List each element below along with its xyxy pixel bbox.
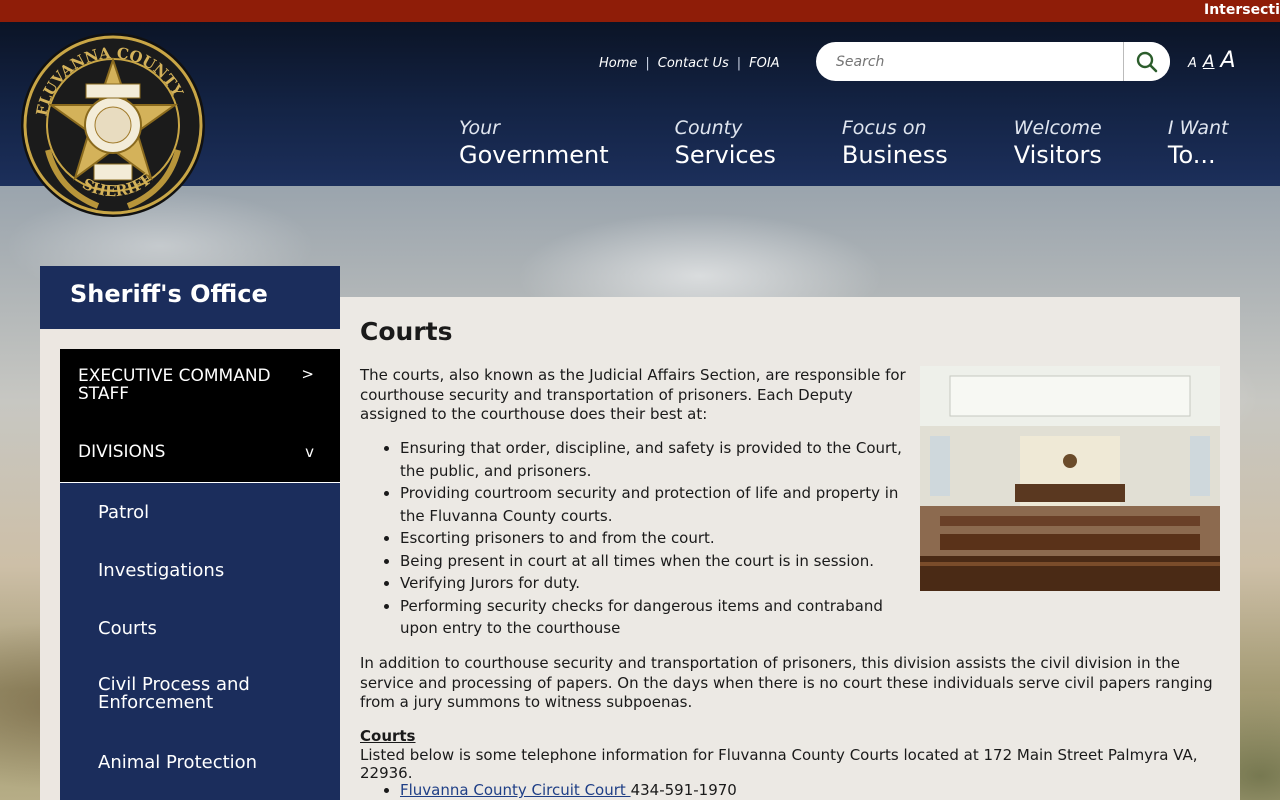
chevron-down-icon[interactable]: v [305,443,314,461]
sidebar-menu: EXECUTIVE COMMAND STAFF > DIVISIONS v Pa… [60,349,340,800]
font-size-medium[interactable]: A [1203,52,1215,72]
circuit-court-phone: 434-591-1970 [630,781,737,799]
list-item: Verifying Jurors for duty. [400,572,910,595]
intro-paragraph: The courts, also known as the Judicial A… [360,366,906,423]
sidebar-item-animal-protection[interactable]: Animal Protection [98,752,257,773]
main-nav: Your Government County Services Focus on… [459,116,1228,170]
nav-item-kicker: County [674,117,743,139]
nav-i-want-to[interactable]: I Want To... [1168,116,1229,170]
search-button[interactable] [1123,42,1170,81]
sidebar-item-divisions[interactable]: DIVISIONS v [60,425,340,483]
sidebar-item-executive-command-staff[interactable]: EXECUTIVE COMMAND STAFF > [60,349,340,425]
sheriff-logo[interactable]: FLUVANNA COUNTY SHERIFF [18,30,208,220]
page-title: Courts [360,317,453,346]
nav-welcome-visitors[interactable]: Welcome Visitors [1014,116,1102,170]
nav-item-kicker: I Want [1167,117,1229,139]
sidebar-item-investigations[interactable]: Investigations [98,560,224,581]
font-size-controls: A A A [1188,48,1236,73]
sidebar-item-patrol[interactable]: Patrol [98,502,149,523]
list-item: Performing security checks for dangerous… [400,595,910,640]
font-size-small[interactable]: A [1188,56,1197,71]
foia-link[interactable]: FOIA [749,56,779,71]
courtroom-image [920,366,1220,591]
search-input[interactable] [816,42,1122,81]
alert-ticker[interactable]: Intersection [1204,2,1280,18]
nav-item-kicker: Focus on [841,117,927,139]
nav-item-kicker: Welcome [1013,117,1102,139]
list-item: Providing courtroom security and protect… [400,482,910,527]
nav-focus-on-business[interactable]: Focus on Business [842,116,948,170]
list-item: Ensuring that order, discipline, and saf… [400,437,910,482]
separator: | [645,56,650,71]
nav-your-government[interactable]: Your Government [459,116,609,170]
courts-description: Listed below is some telephone informati… [360,746,1198,782]
chevron-right-icon[interactable]: > [301,365,314,383]
court-phone-list: Fluvanna County Circuit Court 434-591-19… [360,781,737,799]
list-item: Fluvanna County Circuit Court 434-591-19… [400,781,737,799]
search-icon [1136,51,1158,72]
additional-paragraph: In addition to courthouse security and t… [360,654,1213,711]
main-content: Courts The courts, also known as the Jud… [340,297,1240,800]
alert-bar: Intersection [0,0,1280,22]
nav-item-label: Government [459,141,609,169]
home-link[interactable]: Home [599,56,637,71]
courts-heading: Courts [360,727,416,745]
font-size-large[interactable]: A [1221,48,1236,73]
sidebar-item-civil-process[interactable]: Civil Process and Enforcement [98,676,298,712]
courtroom-photo [920,366,1220,591]
utility-nav: Home | Contact Us | FOIA [599,56,780,71]
nav-item-label: Services [674,141,776,169]
nav-item-label: To... [1167,141,1216,169]
sidebar-title[interactable]: Sheriff's Office [40,266,340,329]
sheriff-badge-icon: FLUVANNA COUNTY SHERIFF [21,33,205,217]
nav-item-label: Visitors [1013,141,1102,169]
list-item: Being present in court at all times when… [400,550,910,573]
duties-list: Ensuring that order, discipline, and saf… [360,437,910,640]
nav-item-kicker: Your [459,117,500,139]
circuit-court-link[interactable]: Fluvanna County Circuit Court [400,781,631,799]
nav-county-services[interactable]: County Services [675,116,776,170]
nav-item-label: Business [841,141,948,169]
sidebar-item-label: EXECUTIVE COMMAND STAFF [78,366,271,404]
list-item: Escorting prisoners to and from the cour… [400,527,910,550]
sidebar-item-courts[interactable]: Courts [98,618,157,639]
separator: | [736,56,742,71]
sidebar-item-label: DIVISIONS [78,442,166,462]
contact-us-link[interactable]: Contact Us [658,56,729,71]
search-box [816,42,1170,81]
